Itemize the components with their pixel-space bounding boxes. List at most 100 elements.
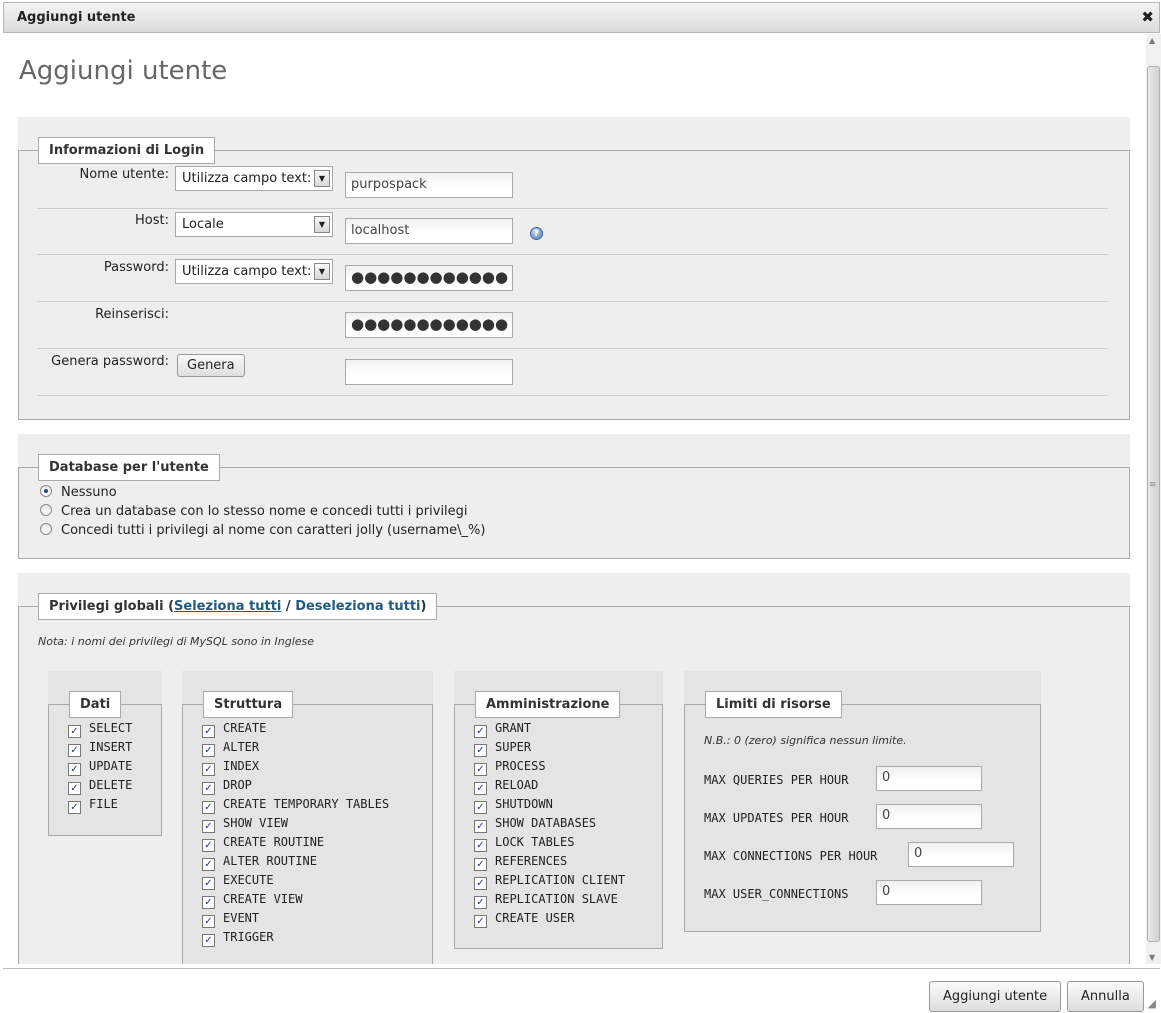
- privilege-item[interactable]: ✓ SHOW DATABASES: [474, 816, 625, 835]
- checkbox-checked[interactable]: ✓: [202, 820, 215, 833]
- scroll-down-icon[interactable]: ▼: [1149, 953, 1155, 962]
- checkbox-checked[interactable]: ✓: [474, 725, 487, 738]
- max-user-connections-input[interactable]: 0: [876, 880, 982, 905]
- username-input[interactable]: purpospack: [345, 172, 513, 198]
- privilege-item[interactable]: ✓ REFERENCES: [474, 854, 625, 873]
- privilege-item[interactable]: ✓ SELECT: [68, 721, 132, 740]
- checkbox-checked[interactable]: ✓: [68, 763, 81, 776]
- username-type-select[interactable]: Utilizza campo text: ▼: [175, 166, 333, 191]
- password-type-select[interactable]: Utilizza campo text: ▼: [175, 259, 333, 284]
- checkbox-checked[interactable]: ✓: [474, 820, 487, 833]
- db-option-create-same-name[interactable]: Crea un database con lo stesso nome e co…: [40, 504, 468, 519]
- checkbox-checked[interactable]: ✓: [202, 763, 215, 776]
- privilege-item[interactable]: ✓ SHOW VIEW: [202, 816, 389, 835]
- max-queries-input[interactable]: 0: [876, 766, 982, 791]
- privilege-item[interactable]: ✓ EVENT: [202, 911, 389, 930]
- privilege-label: RELOAD: [495, 778, 539, 792]
- checkbox-checked[interactable]: ✓: [68, 744, 81, 757]
- max-connections-input[interactable]: 0: [908, 842, 1014, 867]
- privilege-item[interactable]: ✓ CREATE: [202, 721, 389, 740]
- help-icon[interactable]: ?: [530, 227, 543, 240]
- checkbox-checked[interactable]: ✓: [68, 725, 81, 738]
- resize-grip-icon[interactable]: ◢: [1148, 997, 1156, 1010]
- privilege-item[interactable]: ✓ SUPER: [474, 740, 625, 759]
- privilege-item[interactable]: ✓ CREATE ROUTINE: [202, 835, 389, 854]
- privilege-item[interactable]: ✓ LOCK TABLES: [474, 835, 625, 854]
- username-label: Nome utente:: [79, 167, 169, 182]
- chevron-down-icon: ▼: [314, 170, 330, 187]
- scrollbar-thumb[interactable]: [1147, 66, 1160, 942]
- dialog-titlebar[interactable]: Aggiungi utente ✖: [3, 2, 1160, 33]
- db-option-none[interactable]: Nessuno: [40, 485, 117, 500]
- scroll-up-icon[interactable]: ▲: [1149, 36, 1155, 45]
- privilege-item[interactable]: ✓ GRANT: [474, 721, 625, 740]
- generate-button[interactable]: Genera: [177, 354, 245, 377]
- checkbox-checked[interactable]: ✓: [68, 801, 81, 814]
- checkbox-checked[interactable]: ✓: [474, 915, 487, 928]
- checkbox-checked[interactable]: ✓: [202, 801, 215, 814]
- checkbox-checked[interactable]: ✓: [202, 915, 215, 928]
- checkbox-checked[interactable]: ✓: [202, 858, 215, 871]
- privilege-item[interactable]: ✓ ALTER ROUTINE: [202, 854, 389, 873]
- privilege-item[interactable]: ✓ EXECUTE: [202, 873, 389, 892]
- privilege-label: UPDATE: [89, 759, 133, 773]
- checkbox-checked[interactable]: ✓: [202, 839, 215, 852]
- checkbox-checked[interactable]: ✓: [474, 858, 487, 871]
- checkbox-checked[interactable]: ✓: [202, 725, 215, 738]
- checkbox-checked[interactable]: ✓: [474, 801, 487, 814]
- checkbox-checked[interactable]: ✓: [202, 934, 215, 947]
- privilege-item[interactable]: ✓ REPLICATION CLIENT: [474, 873, 625, 892]
- privilege-item[interactable]: ✓ REPLICATION SLAVE: [474, 892, 625, 911]
- privilege-item[interactable]: ✓ RELOAD: [474, 778, 625, 797]
- privilege-item[interactable]: ✓ INDEX: [202, 759, 389, 778]
- close-icon[interactable]: ✖: [1141, 8, 1154, 26]
- deselect-all-link[interactable]: Deseleziona tutti: [295, 599, 420, 614]
- privilege-item[interactable]: ✓ INSERT: [68, 740, 132, 759]
- checkbox-checked[interactable]: ✓: [474, 782, 487, 795]
- privilege-label: REPLICATION SLAVE: [495, 892, 618, 906]
- db-option-wildcard[interactable]: Concedi tutti i privilegi al nome con ca…: [40, 523, 485, 538]
- radio-unselected[interactable]: [40, 504, 52, 516]
- checkbox-checked[interactable]: ✓: [474, 763, 487, 776]
- cancel-button[interactable]: Annulla: [1067, 981, 1144, 1012]
- chevron-down-icon: ▼: [314, 263, 330, 280]
- privilege-item[interactable]: ✓ PROCESS: [474, 759, 625, 778]
- checkbox-checked[interactable]: ✓: [202, 782, 215, 795]
- database-panel: Database per l'utente Nessuno Crea un da…: [18, 434, 1130, 559]
- checkbox-checked[interactable]: ✓: [202, 877, 215, 890]
- privilege-item[interactable]: ✓ DELETE: [68, 778, 132, 797]
- checkbox-checked[interactable]: ✓: [202, 744, 215, 757]
- checkbox-checked[interactable]: ✓: [474, 839, 487, 852]
- max-user-connections-label: MAX USER_CONNECTIONS: [704, 887, 849, 901]
- privilege-label: CREATE TEMPORARY TABLES: [223, 797, 390, 811]
- generated-password-input[interactable]: [345, 359, 513, 385]
- checkbox-checked[interactable]: ✓: [202, 896, 215, 909]
- host-type-select[interactable]: Locale ▼: [175, 212, 333, 237]
- privilege-label: LOCK TABLES: [495, 835, 575, 849]
- privilege-item[interactable]: ✓ TRIGGER: [202, 930, 389, 949]
- privilege-item[interactable]: ✓ UPDATE: [68, 759, 132, 778]
- privileges-legend-prefix: Privilegi globali (: [49, 599, 175, 614]
- privilege-item[interactable]: ✓ CREATE VIEW: [202, 892, 389, 911]
- checkbox-checked[interactable]: ✓: [474, 896, 487, 909]
- row-separator: [37, 395, 1108, 396]
- checkbox-checked[interactable]: ✓: [68, 782, 81, 795]
- password-input[interactable]: ●●●●●●●●●●●●: [345, 265, 513, 291]
- radio-unselected[interactable]: [40, 523, 52, 535]
- vertical-scrollbar[interactable]: ▲ ≡ ▼: [1146, 34, 1161, 964]
- retype-password-input[interactable]: ●●●●●●●●●●●●: [345, 312, 513, 338]
- privilege-item[interactable]: ✓ CREATE TEMPORARY TABLES: [202, 797, 389, 816]
- radio-selected[interactable]: [40, 485, 52, 497]
- checkbox-checked[interactable]: ✓: [474, 744, 487, 757]
- password-label: Password:: [103, 260, 169, 275]
- privilege-item[interactable]: ✓ CREATE USER: [474, 911, 625, 930]
- privilege-item[interactable]: ✓ ALTER: [202, 740, 389, 759]
- select-all-link[interactable]: Seleziona tutti: [174, 599, 281, 614]
- host-input[interactable]: localhost: [345, 218, 513, 244]
- checkbox-checked[interactable]: ✓: [474, 877, 487, 890]
- privilege-item[interactable]: ✓ DROP: [202, 778, 389, 797]
- privilege-item[interactable]: ✓ SHUTDOWN: [474, 797, 625, 816]
- max-updates-input[interactable]: 0: [876, 804, 982, 829]
- add-user-button[interactable]: Aggiungi utente: [929, 981, 1062, 1012]
- privilege-item[interactable]: ✓ FILE: [68, 797, 132, 816]
